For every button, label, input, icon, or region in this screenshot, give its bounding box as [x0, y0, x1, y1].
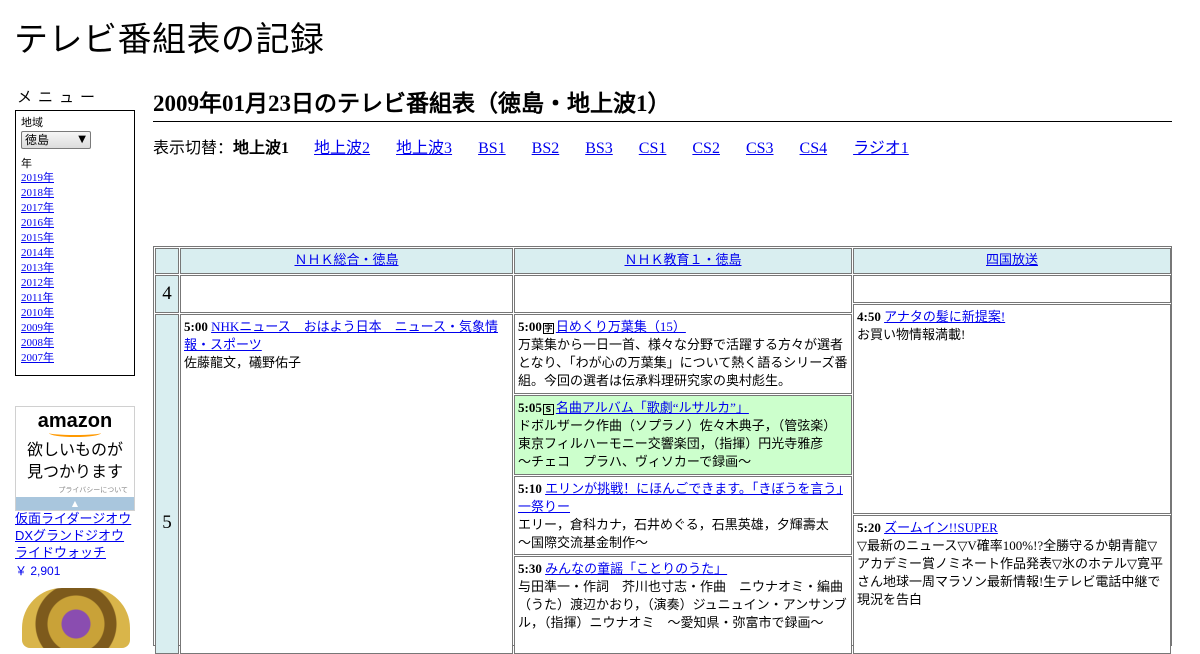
product-image[interactable]: [22, 588, 130, 648]
empty-slot: [180, 275, 513, 313]
program-cell-highlighted: 5:05 S 名曲アルバム「歌劇“ルサルカ”」 ドボルザーク作曲（ソプラノ）佐々木典…: [514, 395, 852, 475]
ad-collapse-bar[interactable]: ▲: [16, 497, 134, 510]
product-link[interactable]: 仮面ライダージオウ DXグランドジオウライドウォッチ: [15, 510, 137, 561]
switch-link-cs4[interactable]: CS4: [800, 140, 828, 157]
program-time: 5:30: [518, 561, 542, 576]
year-link-2016[interactable]: 2016年: [21, 216, 129, 231]
program-title-link[interactable]: 名曲アルバム「歌劇“ルサルカ”」: [556, 400, 749, 415]
program-description: 佐藤龍文，礒野佑子: [184, 355, 302, 370]
ad-line-2: 見つかります: [26, 462, 123, 481]
menu-box: 地域 徳島 ▼ 年 2019年 2018年 2017年 2016年 2015年 …: [15, 110, 135, 376]
program-description: 万葉集から一日一首、様々な分野で活躍する方々が選者となり、「わが心の万葉集」につ…: [518, 337, 848, 388]
product-price: ￥ 2,901: [15, 564, 61, 578]
year-link-2018[interactable]: 2018年: [21, 186, 129, 201]
program-description: 与田準一・作詞 芥川也寸志・作曲 ニウナオミ・編曲（うた）渡辺かおり，（演奏）ジ…: [518, 579, 847, 630]
program-title-link[interactable]: ズームイン!!SUPER: [884, 520, 998, 535]
menu-heading: メニュー: [17, 88, 102, 106]
program-cell: 5:00 NHKニュース おはよう日本 ニュース・気象情報・スポーツ 佐藤龍文，…: [180, 314, 513, 654]
amazon-ad-banner[interactable]: amazon 欲しいものが 見つかります プライバシーについて ▲: [15, 406, 135, 511]
channel-link-nhk-edu[interactable]: ＮＨＫ教育１・徳島: [624, 253, 741, 268]
empty-slot: [853, 275, 1171, 303]
channel-header-nhk-sogo: ＮＨＫ総合・徳島: [180, 248, 513, 274]
region-select[interactable]: 徳島 ▼: [21, 131, 91, 149]
switch-link-radio1[interactable]: ラジオ1: [853, 140, 909, 157]
program-description: お買い物情報満載!: [857, 327, 966, 342]
year-link-2008[interactable]: 2008年: [21, 336, 129, 351]
switch-link-bs2[interactable]: BS2: [532, 140, 560, 157]
dropdown-arrow-icon: ▼: [78, 134, 86, 145]
stereo-badge-icon: S: [542, 404, 554, 415]
program-title-link[interactable]: 日めくり万葉集（15）: [556, 319, 686, 334]
program-description: ドボルザーク作曲（ソプラノ）佐々木典子，（管弦楽）東京フィルハーモニー交響楽団，…: [518, 418, 837, 469]
program-time: 5:10: [518, 481, 542, 496]
channel-switcher: 表示切替：地上波1 地上波2 地上波3 BS1 BS2 BS3 CS1 CS2 …: [153, 134, 931, 158]
year-link-2010[interactable]: 2010年: [21, 306, 129, 321]
program-description: ▽最新のニュース▽V確率100%!?全勝守るか朝青龍▽アカデミー賞ノミネート作品…: [857, 538, 1163, 607]
year-list: 2019年 2018年 2017年 2016年 2015年 2014年 2013…: [21, 171, 129, 366]
switch-link-cs2[interactable]: CS2: [692, 140, 720, 157]
year-link-2007[interactable]: 2007年: [21, 351, 129, 366]
year-label: 年: [21, 157, 32, 170]
program-title-link[interactable]: みんなの童謡「ことりのうた」: [545, 561, 727, 576]
year-link-2012[interactable]: 2012年: [21, 276, 129, 291]
program-cell: 5:00 字日めくり万葉集（15） 万葉集から一日一首、様々な分野で活躍する方々が…: [514, 314, 852, 394]
switch-label: 表示切替：: [153, 140, 234, 157]
channel-header-shikoku: 四国放送: [853, 248, 1171, 274]
year-link-2017[interactable]: 2017年: [21, 201, 129, 216]
program-title-link[interactable]: NHKニュース おはよう日本 ニュース・気象情報・スポーツ: [184, 319, 498, 352]
year-link-2009[interactable]: 2009年: [21, 321, 129, 336]
page-title: 2009年01月23日のテレビ番組表（徳島・地上波1）: [153, 84, 1172, 122]
program-time: 5:20: [857, 520, 881, 535]
channel-link-nhk-sogo[interactable]: ＮＨＫ総合・徳島: [294, 253, 398, 268]
ad-line-1: 欲しいものが: [26, 440, 123, 459]
switch-current: 地上波1: [233, 140, 290, 157]
year-link-2015[interactable]: 2015年: [21, 231, 129, 246]
switch-link-cs3[interactable]: CS3: [746, 140, 774, 157]
year-link-2019[interactable]: 2019年: [21, 171, 129, 186]
program-cell: 5:20 ズームイン!!SUPER ▽最新のニュース▽V確率100%!?全勝守る…: [853, 515, 1171, 654]
channel-link-shikoku[interactable]: 四国放送: [986, 253, 1038, 268]
program-time: 4:50: [857, 309, 881, 324]
channel-header-nhk-edu: ＮＨＫ教育１・徳島: [514, 248, 852, 274]
hour-cell-4: 4: [155, 275, 179, 313]
corner-cell: [155, 248, 179, 274]
program-description: エリー，倉科カナ，石井めぐる，石黒英雄，夕輝壽太 ～国際交流基金制作～: [518, 517, 842, 550]
program-title-link[interactable]: アナタの髪に新提案!: [884, 309, 1005, 324]
program-cell: 4:50 アナタの髪に新提案! お買い物情報満載!: [853, 304, 1171, 514]
year-link-2014[interactable]: 2014年: [21, 246, 129, 261]
switch-link-bs3[interactable]: BS3: [585, 140, 613, 157]
hour-cell-5: 5: [155, 314, 179, 654]
schedule-grid: ＮＨＫ総合・徳島 ＮＨＫ教育１・徳島 四国放送 4 5 5:00 NHKニュース…: [153, 246, 1172, 654]
switch-link-cs1[interactable]: CS1: [639, 140, 667, 157]
program-time: 5:00: [518, 319, 542, 334]
year-link-2011[interactable]: 2011年: [21, 291, 129, 306]
subtitle-badge-icon: 字: [542, 323, 554, 334]
empty-slot: [514, 275, 852, 313]
site-title: テレビ番組表の記録: [14, 20, 325, 60]
program-time: 5:00: [184, 319, 208, 334]
year-link-2013[interactable]: 2013年: [21, 261, 129, 276]
amazon-logo: amazon: [37, 410, 113, 432]
program-time: 5:05: [518, 400, 542, 415]
switch-link-chijoha2[interactable]: 地上波2: [314, 140, 370, 157]
program-title-link[interactable]: エリンが挑戦！にほんごできます。「きぼうを言う」一祭りー: [518, 481, 843, 514]
region-select-value: 徳島: [25, 133, 50, 147]
program-cell: 5:10 エリンが挑戦！にほんごできます。「きぼうを言う」一祭りー エリー，倉科…: [514, 476, 852, 555]
region-label: 地域: [21, 116, 43, 129]
switch-link-bs1[interactable]: BS1: [478, 140, 506, 157]
program-cell: 5:30 みんなの童謡「ことりのうた」 与田準一・作詞 芥川也寸志・作曲 ニウナ…: [514, 556, 852, 654]
switch-link-chijoha3[interactable]: 地上波3: [396, 140, 452, 157]
ad-privacy-link[interactable]: プライバシーについて: [16, 485, 134, 495]
chevron-up-icon: ▲: [71, 499, 79, 508]
